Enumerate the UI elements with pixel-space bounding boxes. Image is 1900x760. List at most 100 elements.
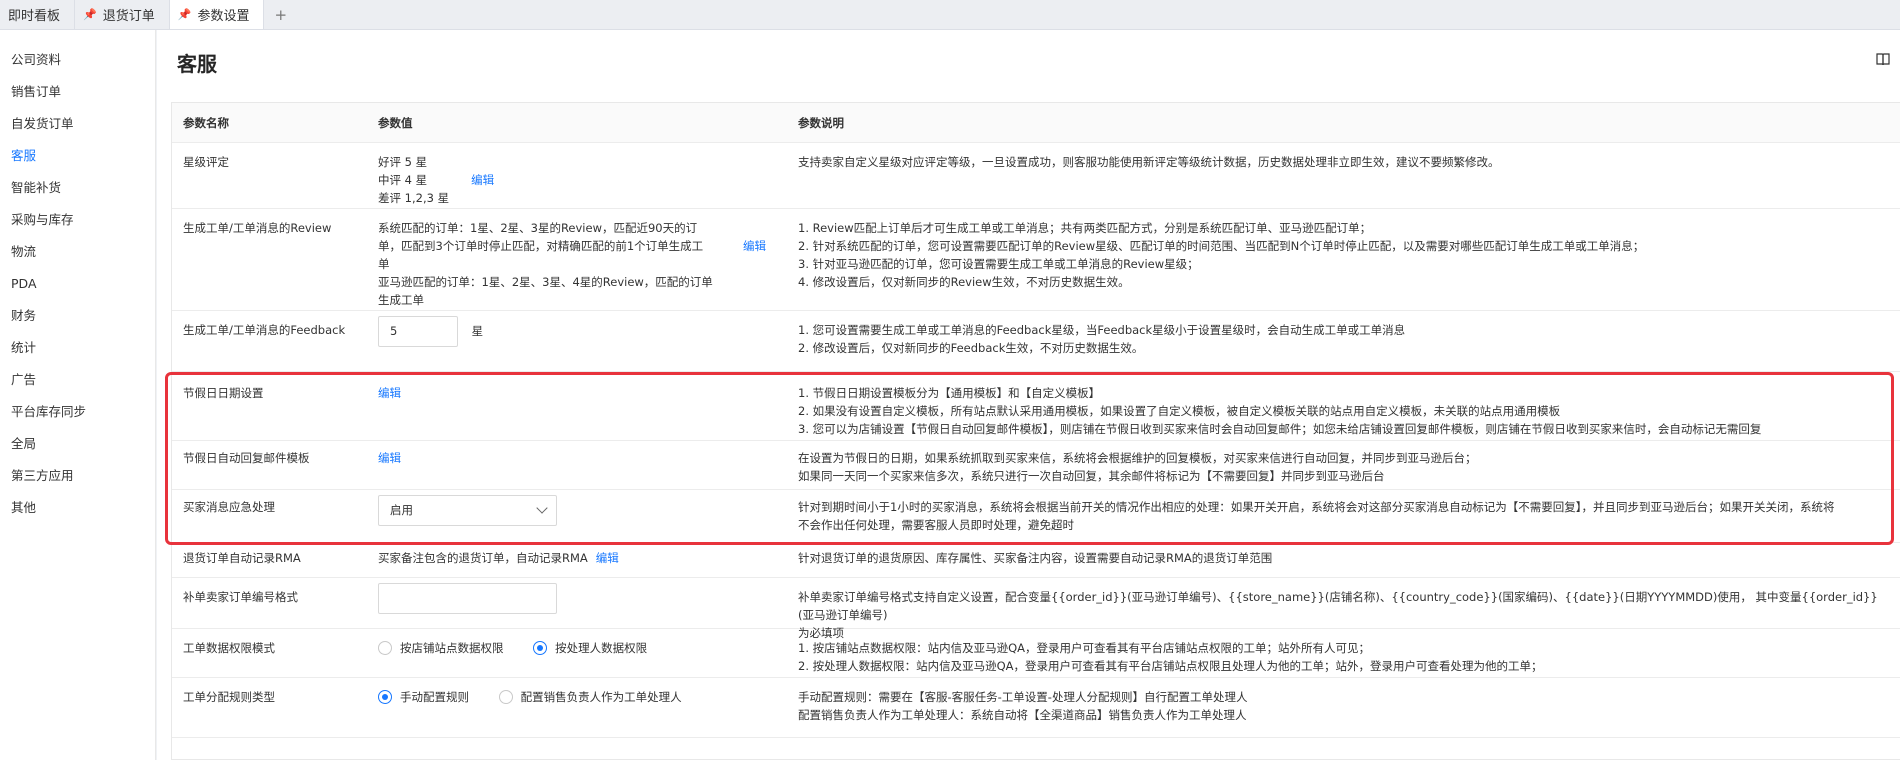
sidebar-item-label: 广告 — [11, 372, 37, 387]
radio-button — [378, 641, 392, 655]
param-name: 工单分配规则类型 — [183, 690, 275, 704]
edit-link[interactable]: 编辑 — [471, 173, 494, 187]
param-name: 退货订单自动记录RMA — [183, 551, 301, 565]
sidebar-item-label: 销售订单 — [11, 84, 62, 99]
param-value: 好评 5 星 中评 4 星编辑 差评 1,2,3 星 — [378, 143, 758, 207]
param-desc: 1. 您可设置需要生成工单或工单消息的Feedback星级，当Feedback星… — [798, 323, 1406, 355]
sidebar-item-finance[interactable]: 财务 — [0, 304, 155, 336]
sidebar-item-label: 财务 — [11, 308, 37, 323]
add-tab-button[interactable]: + — [264, 0, 297, 29]
param-name: 生成工单/工单消息的Feedback — [183, 323, 346, 337]
sidebar-item-global[interactable]: 全局 — [0, 432, 155, 464]
sidebar-item-label: 物流 — [11, 244, 37, 259]
pin-icon: 📌 — [177, 8, 192, 21]
sidebar-item-label: 客服 — [11, 148, 37, 163]
select-value: 启用 — [390, 503, 413, 517]
tab-label: 参数设置 — [197, 9, 250, 24]
table-row: 工单数据权限模式 按店铺站点数据权限 按处理人数据权限 1. 按店铺站点数据权限… — [172, 629, 1900, 678]
page-title: 客服 — [177, 52, 217, 76]
param-name: 星级评定 — [183, 155, 229, 169]
table-row: 生成工单/工单消息的Feedback 5 星 1. 您可设置需要生成工单或工单消… — [172, 311, 1900, 372]
edit-link[interactable]: 编辑 — [378, 441, 758, 467]
value-line: 好评 5 星 — [378, 155, 428, 169]
tab-return-orders[interactable]: 📌 退货订单 — [75, 0, 170, 29]
radio-handler-permission[interactable]: 按处理人数据权限 — [533, 639, 647, 657]
param-name: 补单卖家订单编号格式 — [183, 590, 298, 604]
edit-link[interactable]: 编辑 — [378, 372, 758, 402]
param-value: 按店铺站点数据权限 按处理人数据权限 — [378, 629, 758, 660]
param-value: 启用 — [378, 490, 758, 526]
sidebar-item-statistics[interactable]: 统计 — [0, 336, 155, 368]
param-name: 节假日自动回复邮件模板 — [183, 451, 310, 465]
sidebar-item-label: 其他 — [11, 500, 37, 515]
tab-settings[interactable]: 📌 参数设置 — [169, 0, 265, 29]
tab-bar: 即时看板 📌 退货订单 📌 参数设置 + — [0, 0, 1900, 30]
header-value: 参数值 — [378, 116, 413, 130]
tab-label: 即时看板 — [8, 9, 61, 24]
sidebar-item-purchase-inventory[interactable]: 采购与库存 — [0, 208, 155, 240]
param-name: 生成工单/工单消息的Review — [183, 221, 332, 235]
sidebar-item-label: 采购与库存 — [11, 212, 74, 227]
header-desc: 参数说明 — [798, 116, 844, 130]
sidebar-item-self-ship-orders[interactable]: 自发货订单 — [0, 112, 155, 144]
param-desc: 1. 按店铺站点数据权限：站内信及亚马逊QA，登录用户可查看其有平台店铺站点权限… — [798, 641, 1543, 673]
table-row: 星级评定 好评 5 星 中评 4 星编辑 差评 1,2,3 星 支持卖家自定义星… — [172, 143, 1900, 209]
sidebar-item-label: PDA — [11, 276, 37, 291]
param-desc: 支持卖家自定义星级对应评定等级，一旦设置成功，则客服功能使用新评定等级统计数据，… — [798, 155, 1500, 169]
param-desc: 针对到期时间小于1小时的买家消息，系统将会根据当前开关的情况作出相应的处理：如果… — [798, 500, 1835, 532]
book-icon[interactable] — [1876, 52, 1890, 66]
radio-button — [533, 641, 548, 655]
sidebar-item-company[interactable]: 公司资料 — [0, 48, 155, 80]
param-value — [378, 578, 758, 614]
pin-icon: 📌 — [83, 8, 97, 21]
sidebar-item-logistics[interactable]: 物流 — [0, 240, 155, 272]
emergency-handling-select[interactable]: 启用 — [378, 495, 557, 526]
param-desc: 1. 节假日日期设置模板分为【通用模板】和【自定义模板】 2. 如果没有设置自定… — [798, 386, 1762, 436]
sidebar-item-replenishment[interactable]: 智能补货 — [0, 176, 155, 208]
value-line: 差评 1,2,3 星 — [378, 191, 450, 205]
sidebar-item-label: 自发货订单 — [11, 116, 74, 131]
chevron-down-icon — [536, 502, 548, 514]
table-row: 补单卖家订单编号格式 补单卖家订单编号格式支持自定义设置，配合变量{{order… — [172, 578, 1900, 640]
settings-table: 参数名称 参数值 参数说明 星级评定 好评 5 星 中评 4 星编辑 差评 1,… — [171, 102, 1900, 760]
value-line: 中评 4 星编辑 — [378, 173, 495, 187]
tab-dashboard[interactable]: 即时看板 — [0, 0, 76, 29]
table-row: 生成工单/工单消息的Review 系统匹配的订单：1星、2星、3星的Review… — [172, 209, 1900, 311]
param-value: 系统匹配的订单：1星、2星、3星的Review，匹配近90天的订 单，匹配到3个… — [378, 221, 713, 307]
tab-label: 退货订单 — [102, 9, 155, 24]
sidebar-item-customer-service[interactable]: 客服 — [0, 144, 155, 176]
param-value: 手动配置规则 配置销售负责人作为工单处理人 — [378, 678, 758, 709]
sidebar-item-third-party[interactable]: 第三方应用 — [0, 464, 155, 496]
edit-link[interactable]: 编辑 — [743, 209, 766, 255]
table-header: 参数名称 参数值 参数说明 — [172, 103, 1900, 143]
table-row: 工单分配规则类型 手动配置规则 配置销售负责人作为工单处理人 手动配置规则：需要… — [172, 678, 1900, 738]
radio-button — [498, 690, 513, 704]
sidebar-item-pda[interactable]: PDA — [0, 272, 155, 304]
radio-manual-rule[interactable]: 手动配置规则 — [378, 688, 469, 706]
edit-link[interactable]: 编辑 — [596, 551, 619, 565]
table-row: 买家消息应急处理 启用 针对到期时间小于1小时的买家消息，系统将会根据当前开关的… — [172, 490, 1900, 543]
sidebar-item-label: 平台库存同步 — [11, 404, 87, 419]
param-desc: 1. Review匹配上订单后才可生成工单或工单消息；共有两类匹配方式，分别是系… — [798, 221, 1645, 289]
param-name: 节假日日期设置 — [183, 386, 264, 400]
table-row: 节假日日期设置 编辑 1. 节假日日期设置模板分为【通用模板】和【自定义模板】 … — [172, 372, 1900, 441]
sidebar-item-sales-orders[interactable]: 销售订单 — [0, 80, 155, 112]
param-value: 5 星 — [378, 311, 758, 347]
sidebar-item-platform-inventory-sync[interactable]: 平台库存同步 — [0, 400, 155, 432]
table-row: 节假日自动回复邮件模板 编辑 在设置为节假日的日期，如果系统抓取到买家来信，系统… — [172, 441, 1900, 490]
plus-icon: + — [274, 5, 288, 24]
radio-sales-owner-rule[interactable]: 配置销售负责人作为工单处理人 — [498, 688, 682, 706]
sidebar-item-other[interactable]: 其他 — [0, 496, 155, 528]
order-number-format-input[interactable] — [378, 583, 557, 614]
unit-label: 星 — [471, 324, 484, 338]
table-row: 退货订单自动记录RMA 买家备注包含的退货订单，自动记录RMA 编辑 针对退货订单… — [172, 543, 1900, 578]
sidebar-item-label: 公司资料 — [11, 52, 62, 67]
sidebar-item-label: 智能补货 — [11, 180, 62, 195]
sidebar-item-label: 全局 — [11, 436, 37, 451]
main-content: 客服 参数名称 参数值 参数说明 星级评定 好评 5 星 中评 4 星编辑 差评… — [157, 30, 1900, 760]
radio-store-site-permission[interactable]: 按店铺站点数据权限 — [378, 639, 504, 657]
feedback-star-input[interactable]: 5 — [378, 316, 458, 347]
sidebar-item-label: 统计 — [11, 340, 37, 355]
sidebar-item-ads[interactable]: 广告 — [0, 368, 155, 400]
sidebar-item-label: 第三方应用 — [11, 468, 74, 483]
